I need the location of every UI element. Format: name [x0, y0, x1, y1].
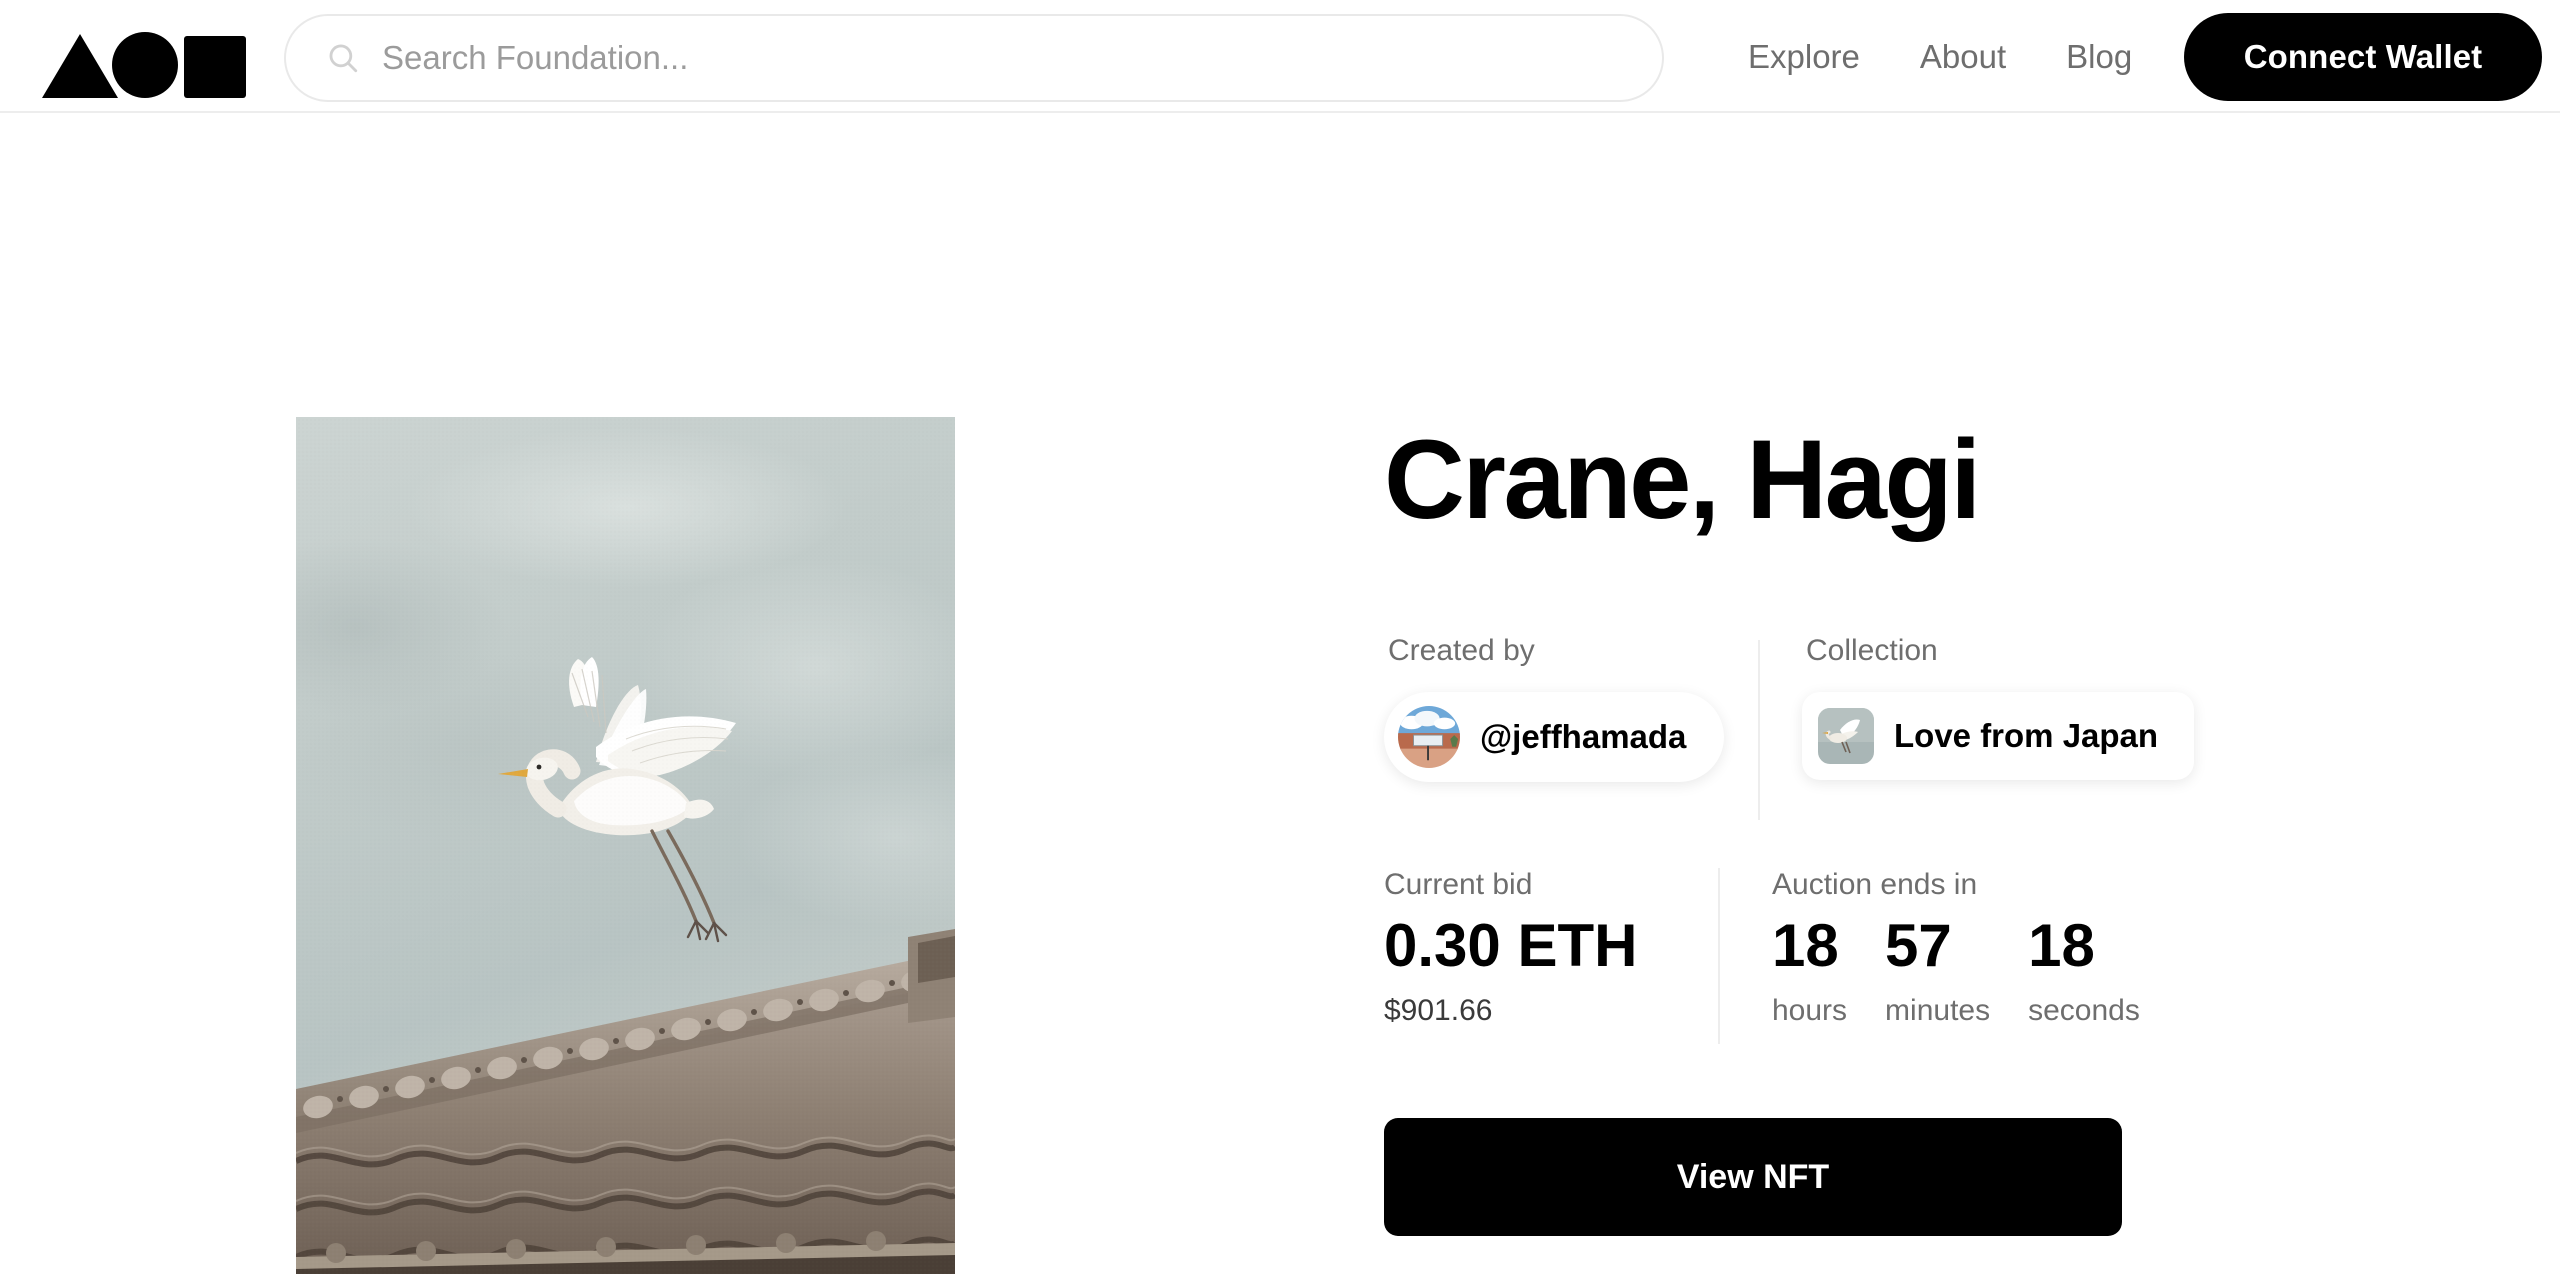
search-icon: [329, 44, 358, 73]
nav-item-explore[interactable]: Explore: [1718, 38, 1890, 76]
collection-label: Collection: [1806, 634, 1938, 667]
countdown-hours: 18 hours: [1772, 916, 1847, 1028]
creator-avatar: [1398, 706, 1460, 768]
auction-info-row: Current bid 0.30 ETH $901.66 Auction end…: [1384, 868, 2140, 1044]
countdown-seconds: 18 seconds: [2028, 916, 2140, 1028]
countdown-minutes: 57 minutes: [1885, 916, 1990, 1028]
countdown-timer: 18 hours 57 minutes 18 seconds: [1772, 916, 2140, 1028]
current-bid-section: Current bid 0.30 ETH $901.66: [1384, 868, 1718, 1028]
connect-wallet-button[interactable]: Connect Wallet: [2184, 13, 2542, 101]
current-bid-usd: $901.66: [1384, 994, 1493, 1027]
collection-name: Love from Japan: [1894, 717, 2159, 754]
countdown-minutes-value: 57: [1885, 912, 1952, 979]
nft-meta-row: Created by @jeffhamada Collection Love f…: [1384, 634, 2195, 820]
creator-pill[interactable]: @jeffhamada: [1384, 692, 1725, 782]
countdown-hours-label: hours: [1772, 994, 1848, 1027]
countdown-minutes-label: minutes: [1885, 994, 1991, 1027]
creator-label: Created by: [1388, 634, 1535, 667]
auction-countdown-section: Auction ends in 18 hours 57 minutes 18 s…: [1718, 868, 2140, 1044]
site-header: Explore About Blog Connect Wallet: [0, 0, 2560, 113]
collection-section: Collection Love from Japan: [1758, 634, 2195, 820]
foundation-logo[interactable]: [42, 32, 246, 98]
search-input[interactable]: [380, 33, 1480, 83]
current-bid-label: Current bid: [1384, 868, 1533, 901]
main-nav: Explore About Blog: [1718, 0, 2162, 113]
collection-thumbnail: [1818, 708, 1874, 764]
creator-section: Created by @jeffhamada: [1384, 634, 1758, 782]
search-bar[interactable]: [284, 14, 1664, 102]
collection-pill[interactable]: Love from Japan: [1802, 692, 2195, 780]
nav-item-blog[interactable]: Blog: [2036, 38, 2162, 76]
countdown-hours-value: 18: [1772, 912, 1839, 979]
crane-thumbnail-image: [1818, 708, 1874, 764]
creator-handle: @jeffhamada: [1480, 718, 1687, 755]
circle-icon: [112, 32, 178, 98]
countdown-seconds-label: seconds: [2028, 994, 2140, 1027]
desert-billboard-avatar-image: [1398, 706, 1460, 768]
square-icon: [184, 36, 246, 98]
triangle-icon: [42, 34, 118, 98]
countdown-seconds-value: 18: [2028, 912, 2095, 979]
nft-artwork-image[interactable]: [296, 417, 955, 1274]
current-bid-amount: 0.30 ETH: [1384, 912, 1638, 979]
page-title: Crane, Hagi: [1384, 417, 1981, 542]
crane-on-roof-photo: [296, 417, 955, 1274]
view-nft-button[interactable]: View NFT: [1384, 1118, 2122, 1236]
auction-ends-label: Auction ends in: [1772, 868, 1978, 901]
nav-item-about[interactable]: About: [1890, 38, 2036, 76]
